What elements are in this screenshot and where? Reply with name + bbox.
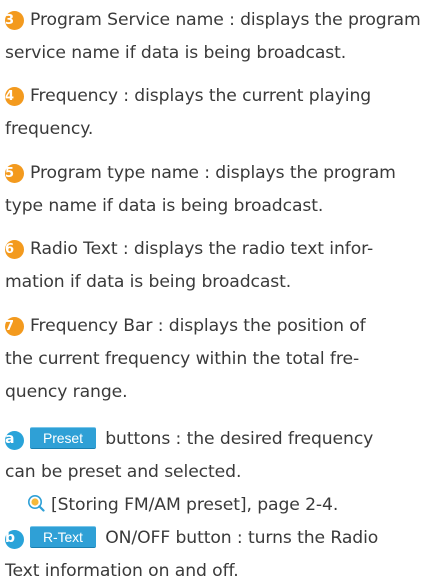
item-text: Radio Text : displays the radio text inf… (30, 239, 374, 259)
item-line: Text information on and off. (5, 561, 239, 581)
item-line: b R-Text ON/OFF button : turns the Radio (5, 522, 443, 555)
item-line: 4 Frequency : displays the current playin… (5, 80, 443, 113)
list-item-program-service-name: 3 Program Service name : displays the pro… (5, 4, 443, 70)
item-text: Program Service name : displays the prog… (30, 10, 421, 30)
item-text: Frequency Bar : displays the position of (30, 316, 366, 336)
list-item-preset-buttons: a Preset buttons : the desired frequency … (5, 423, 443, 522)
reference-text: [Storing FM/AM preset], page 2-4. (51, 495, 339, 515)
preset-button: Preset (30, 427, 96, 449)
item-line: the current frequency within the total f… (5, 349, 360, 369)
reference-line: [Storing FM/AM preset], page 2-4. (5, 489, 443, 522)
letter-badge-a: a (5, 431, 24, 450)
number-badge-6: 6 (5, 240, 24, 259)
item-line: 5 Program type name : displays the progra… (5, 157, 443, 190)
item-line: type name if data is being broadcast. (5, 196, 324, 216)
item-line: can be preset and selected. (5, 462, 242, 482)
item-line: a Preset buttons : the desired frequency (5, 423, 443, 456)
item-text: Frequency : displays the current playing (30, 86, 372, 106)
number-badge-3: 3 (5, 11, 24, 30)
list-item-frequency: 4 Frequency : displays the current playin… (5, 80, 443, 146)
number-badge-7: 7 (5, 317, 24, 336)
list-item-radio-text: 6 Radio Text : displays the radio text in… (5, 233, 443, 299)
item-line: 3 Program Service name : displays the pro… (5, 4, 443, 37)
item-line: 7 Frequency Bar : displays the position o… (5, 310, 443, 343)
item-line: mation if data is being broadcast. (5, 272, 292, 292)
item-text: ON/OFF button : turns the Radio (105, 528, 379, 548)
item-line: frequency. (5, 119, 94, 139)
number-badge-4: 4 (5, 87, 24, 106)
number-badge-5: 5 (5, 164, 24, 183)
list-item-program-type-name: 5 Program type name : displays the progra… (5, 157, 443, 223)
item-line: 6 Radio Text : displays the radio text in… (5, 233, 443, 266)
item-line: service name if data is being broadcast. (5, 43, 347, 63)
item-text: buttons : the desired frequency (105, 429, 374, 449)
letter-badge-b: b (5, 530, 24, 549)
list-item-rtext-button: b R-Text ON/OFF button : turns the Radio … (5, 522, 443, 588)
magnifier-reference-icon (28, 495, 45, 512)
item-line: quency range. (5, 382, 128, 402)
manual-page: 3 Program Service name : displays the pro… (0, 0, 447, 584)
list-item-frequency-bar: 7 Frequency Bar : displays the position o… (5, 310, 443, 409)
item-text: Program type name : displays the program (30, 163, 396, 183)
rtext-button: R-Text (30, 526, 96, 548)
